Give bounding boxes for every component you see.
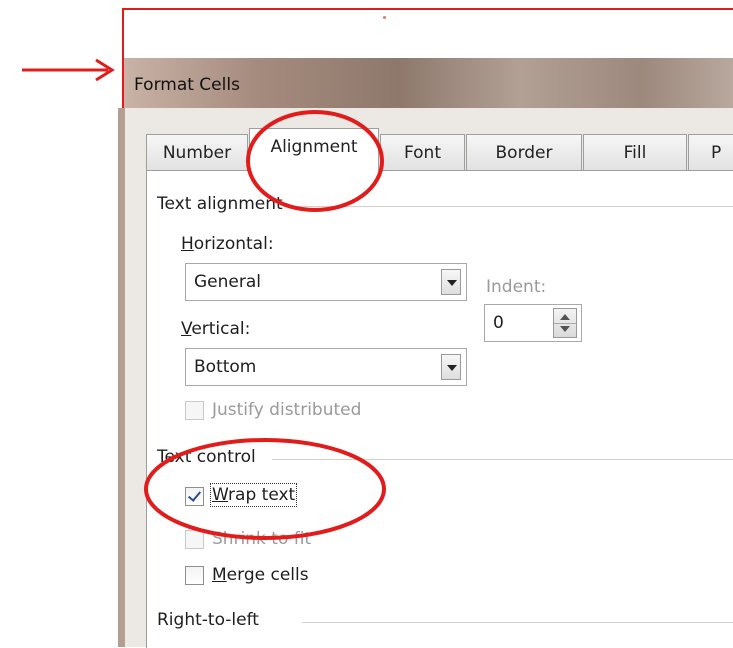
vertical-dropdown[interactable]: Bottom — [185, 348, 467, 386]
indent-spinner[interactable]: 0 — [484, 304, 582, 342]
tab-alignment[interactable]: Alignment — [249, 128, 379, 171]
text-control-group-label: Text control — [157, 447, 256, 467]
horizontal-dropdown[interactable]: General — [185, 263, 467, 301]
wrap-text-label[interactable]: Wrap text — [209, 483, 298, 507]
tab-number[interactable]: Number — [146, 134, 248, 170]
dust-speck — [383, 16, 386, 19]
tab-border[interactable]: Border — [466, 134, 582, 170]
horizontal-label: Horizontal: — [181, 234, 274, 254]
right-to-left-group-label: Right-to-left — [157, 610, 259, 630]
spinner-up-down-icon[interactable] — [553, 308, 577, 338]
annotation-arrow — [22, 58, 115, 82]
horizontal-chevron-down-icon[interactable] — [441, 269, 461, 295]
group-divider — [295, 206, 733, 207]
merge-cells-label: Merge cells — [212, 565, 309, 585]
shrink-to-fit-label: Shrink to fit — [212, 529, 312, 549]
vertical-label: Vertical: — [181, 319, 251, 339]
indent-label: Indent: — [486, 277, 547, 297]
wrap-text-checkbox[interactable] — [185, 487, 204, 506]
tab-fill[interactable]: Fill — [583, 134, 687, 170]
shrink-to-fit-checkbox[interactable] — [185, 530, 204, 549]
tab-strip: Number Alignment Font Border Fill P — [146, 128, 733, 171]
tab-font[interactable]: Font — [380, 134, 465, 170]
text-alignment-group-label: Text alignment — [157, 194, 283, 214]
justify-distributed-checkbox[interactable] — [185, 401, 204, 420]
title-bar[interactable]: Format Cells — [124, 58, 733, 109]
justify-distributed-label: Justify distributed — [212, 400, 362, 420]
vertical-dropdown-value: Bottom — [194, 357, 257, 377]
dialog-title: Format Cells — [134, 75, 240, 95]
merge-cells-checkbox[interactable] — [185, 566, 204, 585]
group-divider — [302, 622, 733, 623]
horizontal-dropdown-value: General — [194, 272, 261, 292]
vertical-chevron-down-icon[interactable] — [441, 354, 461, 380]
group-divider — [272, 459, 733, 460]
alignment-tab-page: Text alignment Horizontal: General Inden… — [146, 170, 733, 648]
indent-value: 0 — [493, 313, 504, 333]
tab-protection[interactable]: P — [688, 134, 733, 170]
